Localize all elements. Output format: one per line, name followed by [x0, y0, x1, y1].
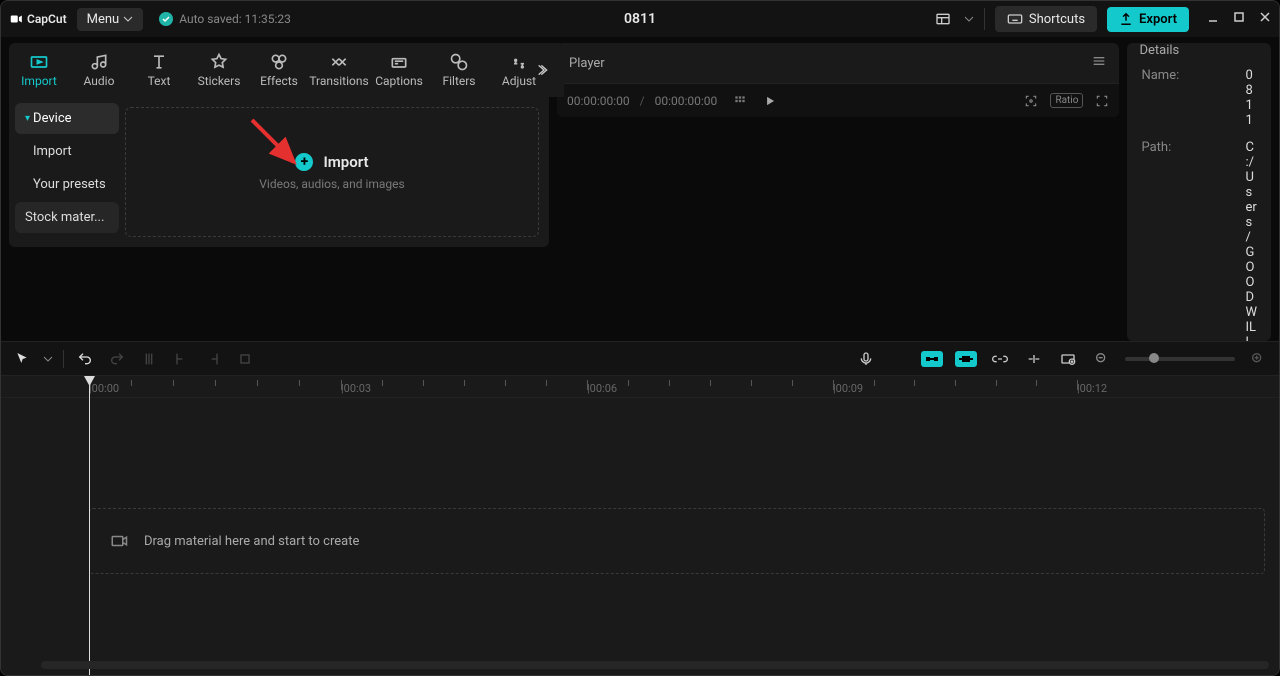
fullscreen-icon[interactable]	[1095, 94, 1109, 108]
player-title: Player	[569, 56, 605, 71]
timeline-dropzone[interactable]: Drag material here and start to create	[89, 508, 1265, 574]
magnet-main-toggle[interactable]	[921, 351, 943, 367]
titlebar: CapCut Menu Auto saved: 11:35:23 0811 Sh…	[1, 1, 1279, 37]
undo-button[interactable]	[74, 348, 96, 370]
playhead[interactable]	[89, 376, 90, 675]
autosave-status: Auto saved: 11:35:23	[159, 12, 291, 26]
chevron-down-icon[interactable]	[43, 354, 53, 364]
trim-right-tool	[202, 348, 224, 370]
play-button[interactable]	[763, 94, 777, 108]
time-current: 00:00:00:00	[567, 94, 630, 108]
link-toggle[interactable]	[989, 348, 1011, 370]
timeline-toolbar	[1, 341, 1279, 375]
ribbon-tab-audio[interactable]: Audio	[69, 43, 129, 97]
chevron-down-icon[interactable]	[964, 14, 974, 24]
mic-button[interactable]	[855, 348, 877, 370]
zoom-out-button[interactable]	[1091, 348, 1113, 370]
ratio-button[interactable]: Ratio	[1050, 93, 1083, 108]
preview-mode-toggle[interactable]	[1057, 348, 1079, 370]
plus-icon: +	[295, 153, 313, 171]
player-header: Player	[557, 43, 1119, 83]
ribbon-more-button[interactable]	[532, 58, 556, 82]
close-button[interactable]	[1259, 11, 1271, 27]
video-icon	[110, 532, 128, 550]
focus-icon[interactable]	[1024, 94, 1038, 108]
ribbon-tab-transitions[interactable]: Transitions	[309, 43, 369, 97]
select-tool[interactable]	[11, 348, 33, 370]
details-title: Details	[1139, 43, 1179, 58]
redo-button	[106, 348, 128, 370]
keyboard-icon	[1007, 11, 1023, 27]
split-tool	[138, 348, 160, 370]
import-dropzone[interactable]: + Import Videos, audios, and images	[125, 107, 539, 237]
player-stage[interactable]: 00:00:00:00 / 00:00:00:00 Ratio	[557, 83, 1119, 117]
player-controls: 00:00:00:00 / 00:00:00:00 Ratio	[557, 83, 1119, 117]
menu-button[interactable]: Menu	[77, 8, 144, 31]
time-total: 00:00:00:00	[655, 94, 718, 108]
minimize-button[interactable]	[1207, 11, 1219, 27]
crop-tool	[234, 348, 256, 370]
details-row: Name:0811	[1141, 68, 1257, 128]
preview-cut-toggle[interactable]	[1023, 348, 1045, 370]
details-header: Details	[1127, 43, 1271, 58]
check-icon	[159, 12, 173, 26]
timeline[interactable]: |00:00|00:03|00:06|00:09|00:12 Drag mate…	[1, 375, 1279, 675]
timeline-scrollbar[interactable]	[41, 661, 1269, 669]
chevron-down-icon	[123, 14, 133, 24]
layout-button[interactable]	[932, 8, 954, 30]
import-subtitle: Videos, audios, and images	[259, 177, 404, 191]
zoom-slider[interactable]	[1125, 357, 1235, 361]
ribbon-tab-effects[interactable]: Effects	[249, 43, 309, 97]
trim-left-tool	[170, 348, 192, 370]
grid-icon[interactable]	[733, 94, 747, 108]
media-content: + Import Videos, audios, and images	[125, 97, 549, 247]
ribbon: ImportAudioTextStickersEffectsTransition…	[9, 43, 564, 97]
magnet-track-toggle[interactable]	[955, 351, 977, 367]
app-name: CapCut	[27, 12, 67, 26]
zoom-in-button[interactable]	[1247, 348, 1269, 370]
sidebar-item-stock-mater-[interactable]: Stock mater...	[15, 202, 119, 233]
ribbon-tab-stickers[interactable]: Stickers	[189, 43, 249, 97]
shortcuts-button[interactable]: Shortcuts	[995, 6, 1097, 32]
timeline-ruler[interactable]: |00:00|00:03|00:06|00:09|00:12	[1, 376, 1279, 398]
ribbon-tab-captions[interactable]: Captions	[369, 43, 429, 97]
maximize-button[interactable]	[1233, 11, 1245, 27]
upload-icon	[1119, 12, 1133, 26]
media-sidebar: DeviceImportYour presetsStock mater...	[9, 97, 125, 247]
export-button[interactable]: Export	[1107, 7, 1189, 32]
ribbon-tab-filters[interactable]: Filters	[429, 43, 489, 97]
sidebar-item-import[interactable]: Import	[15, 136, 119, 167]
ribbon-tab-import[interactable]: Import	[9, 43, 69, 97]
sidebar-item-your-presets[interactable]: Your presets	[15, 169, 119, 200]
player-menu-icon[interactable]	[1091, 53, 1107, 73]
timeline-drop-hint: Drag material here and start to create	[144, 534, 359, 549]
ribbon-tab-text[interactable]: Text	[129, 43, 189, 97]
divider	[984, 8, 985, 30]
project-title: 0811	[624, 11, 656, 27]
app-logo: CapCut	[9, 12, 67, 26]
sidebar-item-device[interactable]: Device	[15, 103, 119, 134]
import-title: Import	[323, 153, 368, 171]
